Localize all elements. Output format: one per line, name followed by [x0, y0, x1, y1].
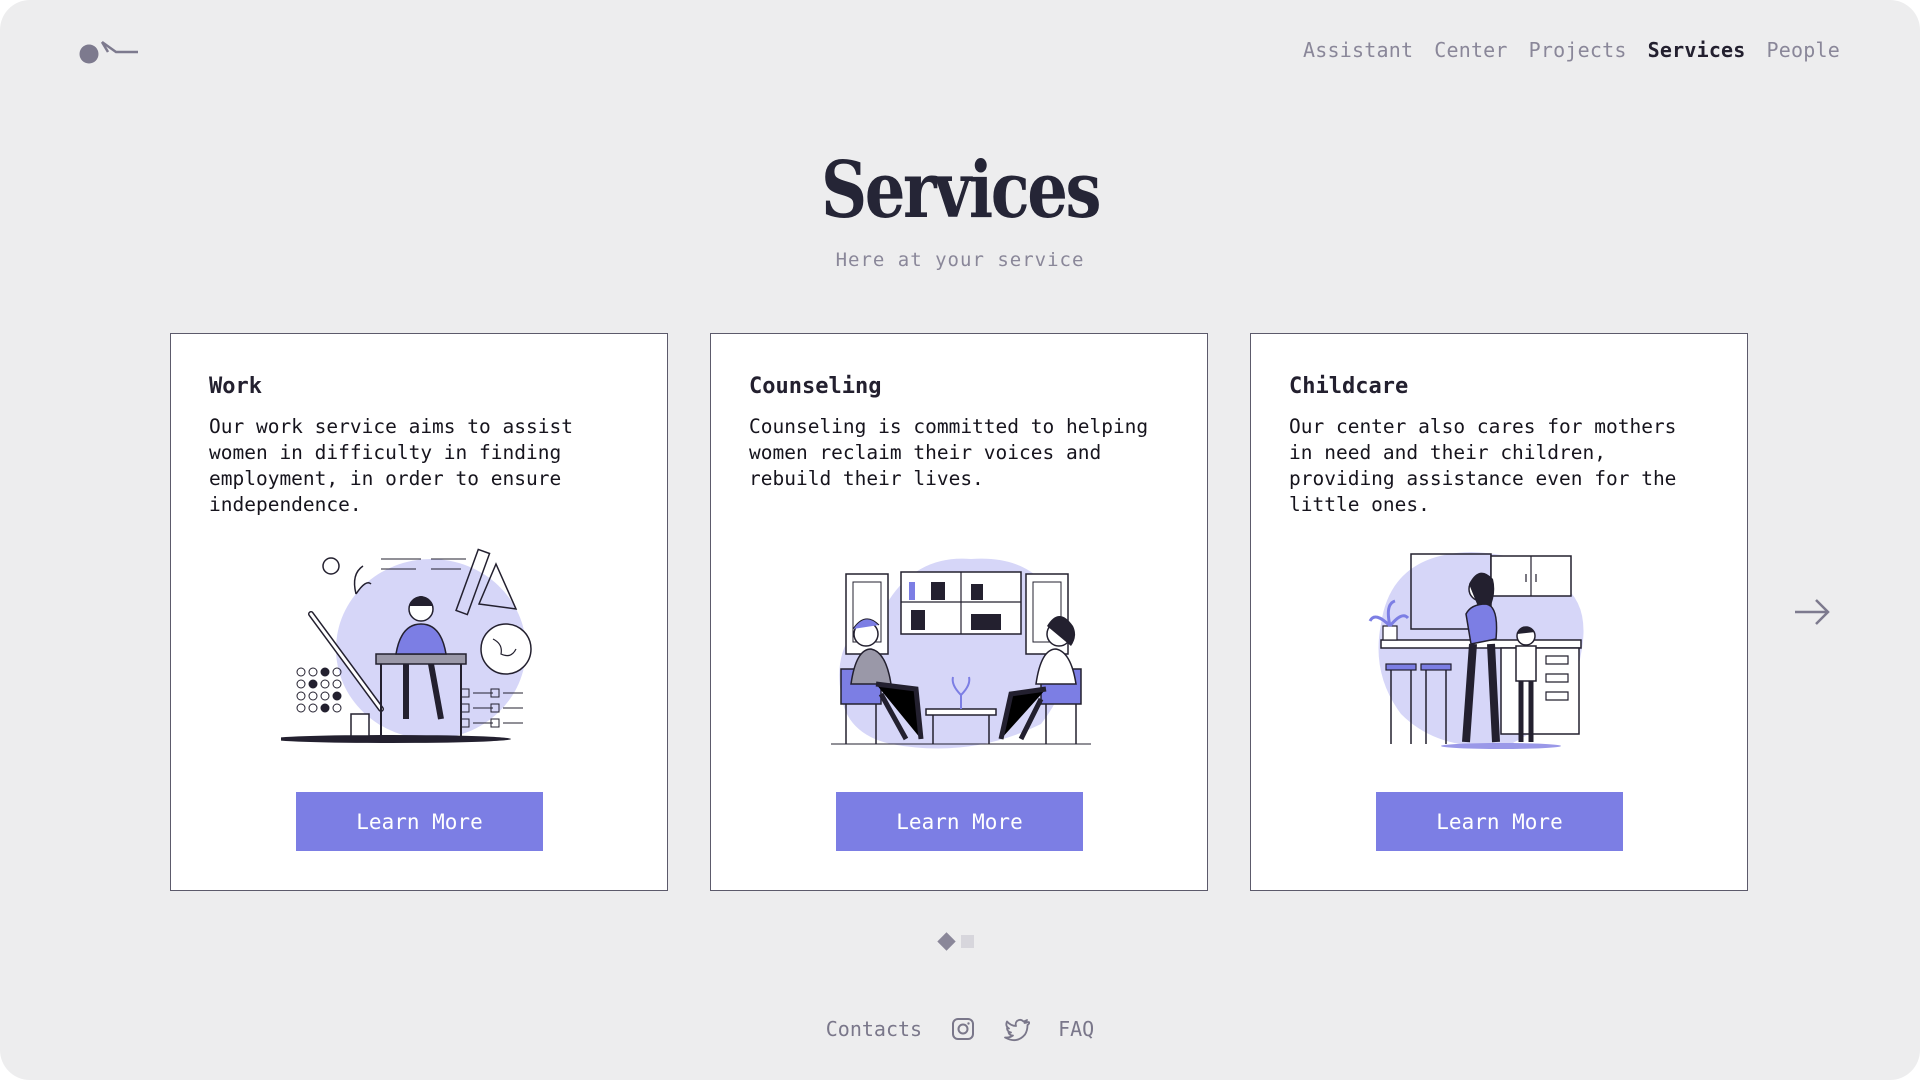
card-description: Our center also cares for mothers in nee… — [1289, 415, 1677, 516]
card-title: Childcare — [1289, 374, 1409, 399]
service-card-childcare: Childcare Our center also cares for moth… — [1250, 333, 1748, 891]
contacts-link[interactable]: Contacts — [826, 1017, 922, 1041]
page-frame: Assistant Center Projects Services Peopl… — [0, 0, 1920, 1080]
card-title: Work — [209, 374, 262, 399]
instagram-icon[interactable] — [950, 1016, 976, 1042]
footer: Contacts FAQ — [0, 1016, 1920, 1042]
learn-more-button[interactable]: Learn More — [296, 792, 543, 851]
counseling-session-illustration — [831, 558, 1091, 749]
pagination-dot-active[interactable] — [937, 932, 956, 951]
nav-item-people[interactable]: People — [1767, 38, 1840, 62]
service-card-counseling: Counseling Counseling is committed to he… — [710, 333, 1208, 891]
pagination-dot[interactable] — [961, 935, 974, 948]
service-card-work: Work Our work service aims to assist wom… — [170, 333, 668, 891]
arrow-right-icon[interactable] — [1792, 592, 1832, 632]
mother-and-child-kitchen-illustration — [1368, 552, 1584, 749]
faq-link[interactable]: FAQ — [1058, 1017, 1094, 1041]
card-description: Our work service aims to assist women in… — [209, 415, 573, 516]
carousel-pagination — [937, 932, 974, 951]
learn-more-button[interactable]: Learn More — [836, 792, 1083, 851]
woman-studying-illustration — [281, 548, 532, 743]
nav-item-projects[interactable]: Projects — [1529, 38, 1627, 62]
card-description: Counseling is committed to helping women… — [749, 415, 1149, 490]
logo-icon[interactable] — [78, 38, 140, 68]
page-subtitle: Here at your service — [835, 249, 1085, 271]
nav-item-services[interactable]: Services — [1648, 38, 1746, 62]
nav-item-center[interactable]: Center — [1434, 38, 1507, 62]
nav-item-assistant[interactable]: Assistant — [1303, 38, 1413, 62]
twitter-icon[interactable] — [1004, 1016, 1031, 1042]
learn-more-button[interactable]: Learn More — [1376, 792, 1623, 851]
card-title: Counseling — [749, 374, 882, 399]
top-nav: Assistant Center Projects Services Peopl… — [1303, 38, 1840, 62]
page-title: Services — [820, 145, 1101, 236]
